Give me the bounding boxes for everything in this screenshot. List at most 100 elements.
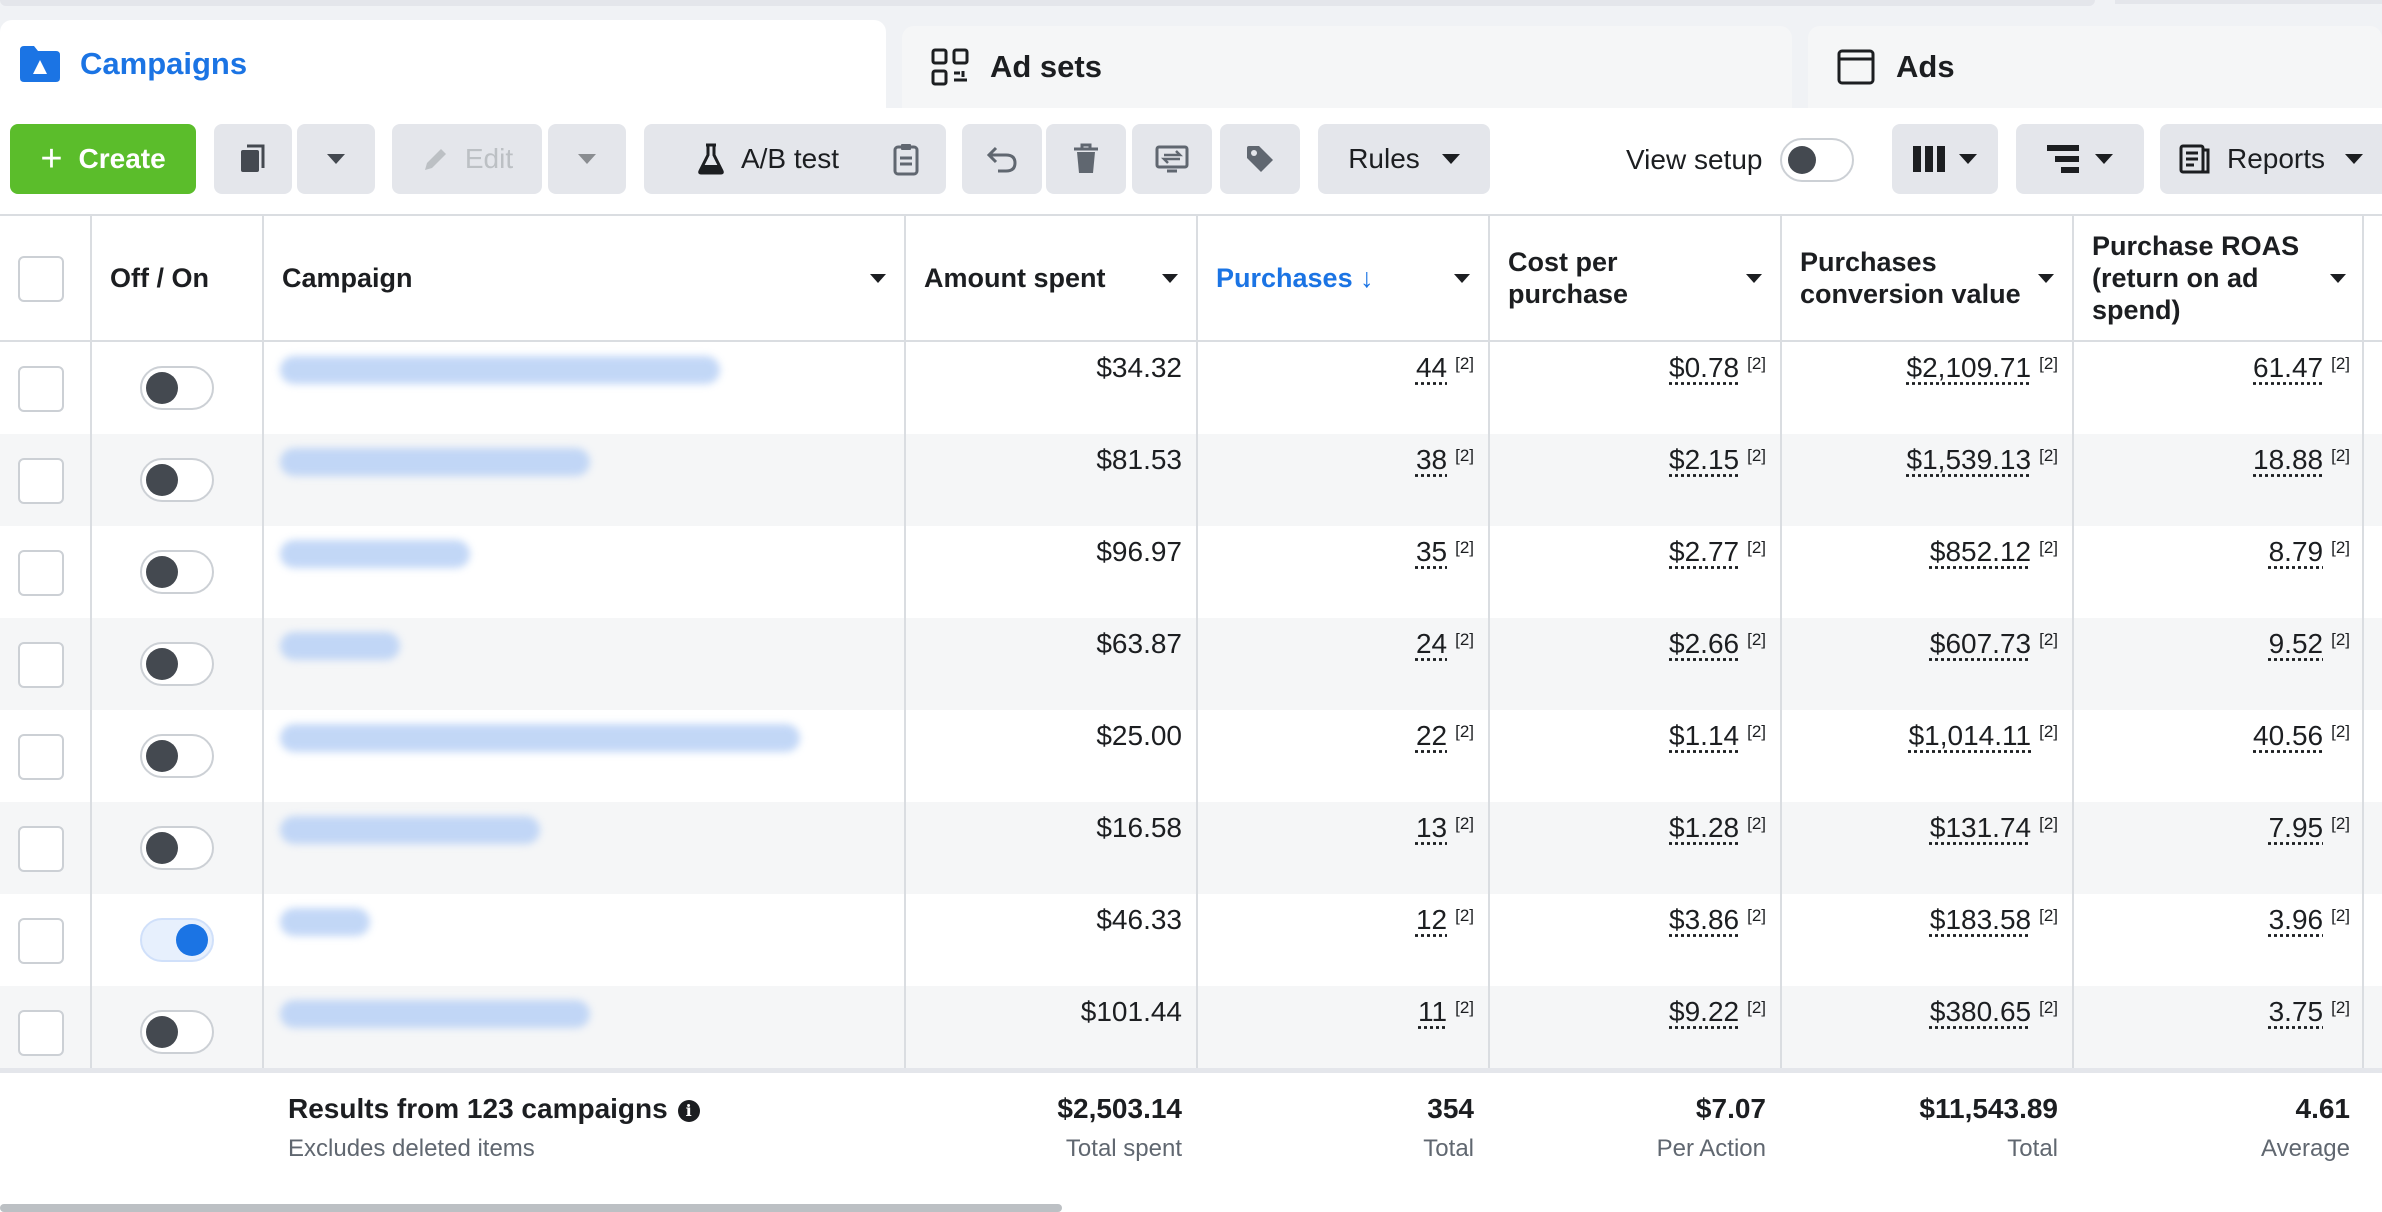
duplicate-dropdown-button[interactable]: [297, 124, 375, 194]
table-row[interactable]: $96.97 35 [2] $2.77 [2] $852.12 [2] 8.79 [2]: [0, 526, 2382, 618]
footnote-marker[interactable]: [2]: [1747, 538, 1766, 557]
duplicate-button[interactable]: [214, 124, 292, 194]
footnote-marker[interactable]: [2]: [1747, 814, 1766, 833]
undo-button[interactable]: [962, 124, 1042, 194]
header-roas[interactable]: Purchase ROAS (return on ad spend): [2074, 216, 2364, 340]
cell-cpp[interactable]: $3.86 [2]: [1669, 904, 1766, 936]
cell-roas[interactable]: 8.79 [2]: [2269, 536, 2350, 568]
view-setup-toggle[interactable]: [1780, 138, 1854, 182]
campaign-name-link-redacted[interactable]: [280, 448, 590, 476]
footnote-marker[interactable]: [2]: [2039, 538, 2058, 557]
tab-ads[interactable]: Ads: [1808, 26, 2382, 108]
header-purchases[interactable]: Purchases ↓: [1198, 216, 1488, 340]
row-checkbox[interactable]: [18, 826, 64, 872]
row-checkbox[interactable]: [18, 918, 64, 964]
campaign-toggle[interactable]: [140, 458, 214, 502]
tab-campaigns[interactable]: Campaigns: [0, 20, 886, 108]
rules-button[interactable]: Rules: [1318, 124, 1490, 194]
table-row[interactable]: $46.33 12 [2] $3.86 [2] $183.58 [2] 3.96 [2]: [0, 894, 2382, 986]
header-cost-per-purchase[interactable]: Cost per purchase: [1490, 216, 1780, 340]
footnote-marker[interactable]: [2]: [1455, 722, 1474, 741]
table-row[interactable]: $16.58 13 [2] $1.28 [2] $131.74 [2] 7.95 [2]: [0, 802, 2382, 894]
row-checkbox[interactable]: [18, 642, 64, 688]
campaign-toggle[interactable]: [140, 642, 214, 686]
footnote-marker[interactable]: [2]: [1747, 354, 1766, 373]
breakdown-button[interactable]: [2016, 124, 2144, 194]
campaign-name-link-redacted[interactable]: [280, 1000, 590, 1028]
footnote-marker[interactable]: [2]: [1747, 998, 1766, 1017]
cell-purchases[interactable]: 13 [2]: [1416, 812, 1474, 844]
cell-cpp[interactable]: $2.77 [2]: [1669, 536, 1766, 568]
cell-cpp[interactable]: $1.28 [2]: [1669, 812, 1766, 844]
campaign-name-link-redacted[interactable]: [280, 356, 720, 384]
row-checkbox[interactable]: [18, 734, 64, 780]
reports-button[interactable]: Reports: [2160, 124, 2382, 194]
row-checkbox[interactable]: [18, 1010, 64, 1056]
footnote-marker[interactable]: [2]: [2331, 998, 2350, 1017]
footnote-marker[interactable]: [2]: [2331, 814, 2350, 833]
info-icon[interactable]: i: [677, 1100, 700, 1122]
footnote-marker[interactable]: [2]: [1747, 630, 1766, 649]
cell-roas[interactable]: 40.56 [2]: [2253, 720, 2350, 752]
campaign-name-link-redacted[interactable]: [280, 540, 470, 568]
cell-value[interactable]: $380.65 [2]: [1930, 996, 2058, 1028]
cell-roas[interactable]: 61.47 [2]: [2253, 352, 2350, 384]
table-row[interactable]: $81.53 38 [2] $2.15 [2] $1,539.13 [2] 18.88 [2]: [0, 434, 2382, 526]
cell-purchases[interactable]: 11 [2]: [1418, 996, 1474, 1028]
edit-dropdown-button[interactable]: [548, 124, 626, 194]
cell-value[interactable]: $131.74 [2]: [1930, 812, 2058, 844]
cell-purchases[interactable]: 22 [2]: [1416, 720, 1474, 752]
footnote-marker[interactable]: [2]: [2039, 998, 2058, 1017]
cell-purchases[interactable]: 12 [2]: [1416, 904, 1474, 936]
delete-button[interactable]: [1046, 124, 1126, 194]
table-row[interactable]: $63.87 24 [2] $2.66 [2] $607.73 [2] 9.52 [2]: [0, 618, 2382, 710]
footnote-marker[interactable]: [2]: [1747, 722, 1766, 741]
footnote-marker[interactable]: [2]: [2039, 814, 2058, 833]
footnote-marker[interactable]: [2]: [2039, 722, 2058, 741]
footnote-marker[interactable]: [2]: [1747, 446, 1766, 465]
cell-value[interactable]: $2,109.71 [2]: [1907, 352, 2058, 384]
cell-value[interactable]: $1,539.13 [2]: [1907, 444, 2058, 476]
campaign-toggle[interactable]: [140, 366, 214, 410]
header-conversion-value[interactable]: Purchases conversion value: [1782, 216, 2072, 340]
footnote-marker[interactable]: [2]: [2331, 906, 2350, 925]
cell-roas[interactable]: 3.75 [2]: [2269, 996, 2350, 1028]
header-campaign[interactable]: Campaign: [264, 216, 904, 340]
cell-value[interactable]: $852.12 [2]: [1930, 536, 2058, 568]
footnote-marker[interactable]: [2]: [2331, 354, 2350, 373]
campaign-toggle[interactable]: [140, 826, 214, 870]
campaign-name-link-redacted[interactable]: [280, 816, 540, 844]
cell-purchases[interactable]: 24 [2]: [1416, 628, 1474, 660]
cell-purchases[interactable]: 38 [2]: [1416, 444, 1474, 476]
campaign-toggle[interactable]: [140, 734, 214, 778]
cell-cpp[interactable]: $9.22 [2]: [1669, 996, 1766, 1028]
table-row[interactable]: $25.00 22 [2] $1.14 [2] $1,014.11 [2] 40.56 [2]: [0, 710, 2382, 802]
footnote-marker[interactable]: [2]: [2039, 630, 2058, 649]
footnote-marker[interactable]: [2]: [1455, 354, 1474, 373]
cell-purchases[interactable]: 44 [2]: [1416, 352, 1474, 384]
footnote-marker[interactable]: [2]: [1455, 814, 1474, 833]
footnote-marker[interactable]: [2]: [2039, 354, 2058, 373]
campaign-toggle[interactable]: [140, 918, 214, 962]
campaign-toggle[interactable]: [140, 1010, 214, 1054]
footnote-marker[interactable]: [2]: [1455, 538, 1474, 557]
cell-value[interactable]: $183.58 [2]: [1930, 904, 2058, 936]
row-checkbox[interactable]: [18, 550, 64, 596]
ab-test-button[interactable]: A/B test: [644, 124, 892, 194]
tab-ad-sets[interactable]: Ad sets: [902, 26, 1792, 108]
select-all-checkbox[interactable]: [18, 256, 64, 302]
cell-cpp[interactable]: $0.78 [2]: [1669, 352, 1766, 384]
horizontal-scrollbar[interactable]: [0, 1204, 1062, 1212]
header-amount-spent[interactable]: Amount spent: [906, 216, 1196, 340]
create-button[interactable]: + Create: [10, 124, 196, 194]
cell-roas[interactable]: 18.88 [2]: [2253, 444, 2350, 476]
footnote-marker[interactable]: [2]: [2331, 630, 2350, 649]
campaign-name-link-redacted[interactable]: [280, 632, 400, 660]
footnote-marker[interactable]: [2]: [2331, 538, 2350, 557]
footnote-marker[interactable]: [2]: [2039, 446, 2058, 465]
footnote-marker[interactable]: [2]: [2331, 722, 2350, 741]
row-checkbox[interactable]: [18, 366, 64, 412]
cell-roas[interactable]: 9.52 [2]: [2269, 628, 2350, 660]
cell-cpp[interactable]: $1.14 [2]: [1669, 720, 1766, 752]
clipboard-button[interactable]: [866, 124, 946, 194]
